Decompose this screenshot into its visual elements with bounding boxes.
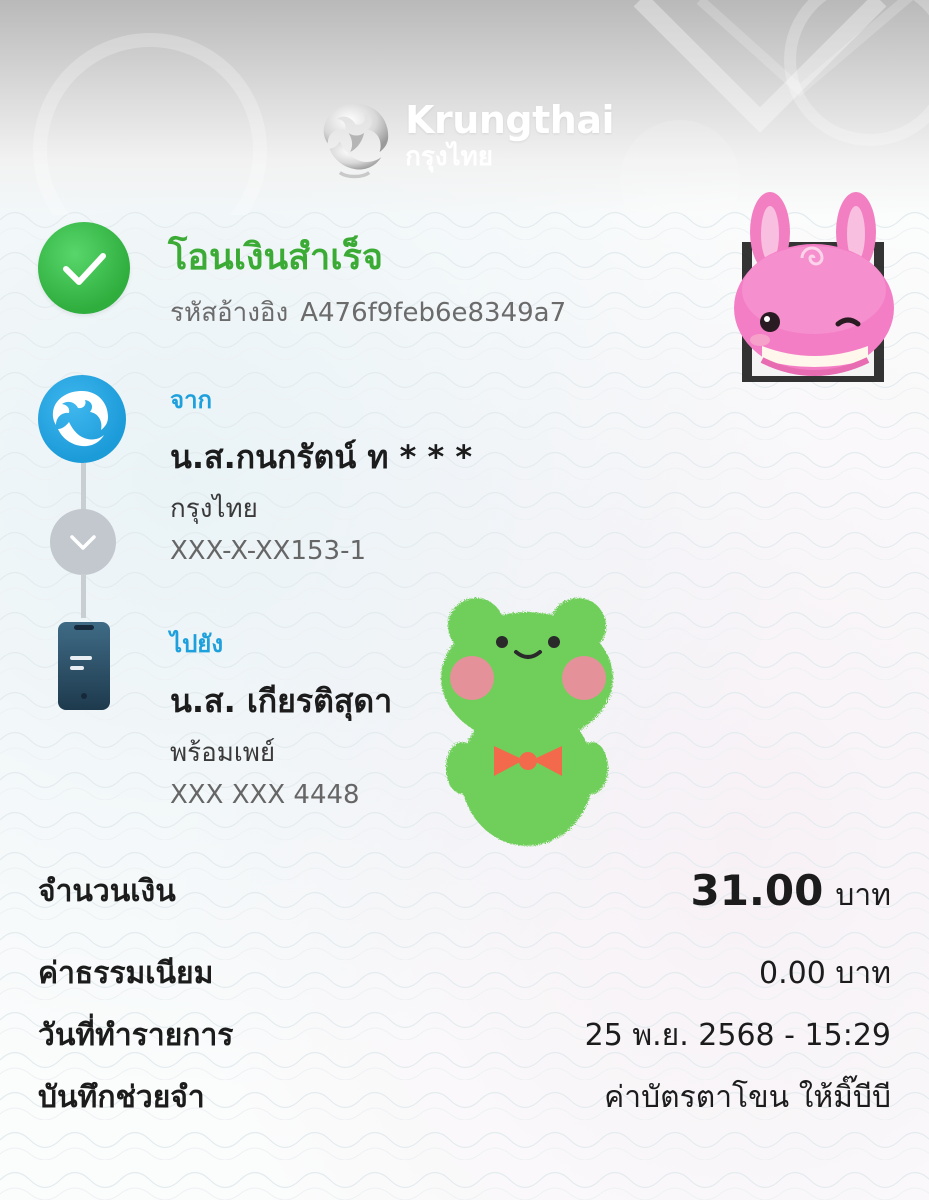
receipt: โอนเงินสำเร็จ รหัสอ้างอิง A476f9feb6e8349… <box>0 0 929 1200</box>
sender-bank: กรุงไทย <box>170 494 258 524</box>
amount-label: จำนวนเงิน <box>38 874 176 909</box>
fee-value: 0.00 บาท <box>759 956 891 991</box>
sender-bank-icon <box>38 375 126 463</box>
memo-label: บันทึกช่วยจำ <box>38 1080 205 1115</box>
sender-name: น.ส.กนกรัตน์ ท * * * <box>170 438 473 476</box>
fee-label: ค่าธรรมเนียม <box>38 956 214 991</box>
success-check-icon <box>38 222 130 314</box>
to-label: ไปยัง <box>170 630 224 658</box>
bunny-sticker <box>734 192 894 382</box>
connector-line <box>81 574 86 618</box>
expand-toggle[interactable] <box>50 509 116 575</box>
reference-code: รหัสอ้างอิง A476f9feb6e8349a7 <box>170 292 566 333</box>
recipient-account: XXX XXX 4448 <box>170 780 360 810</box>
memo-value: ค่าบัตรตาโขน ให้มิ๊บีบี <box>604 1080 891 1115</box>
amount-unit: บาท <box>835 878 891 913</box>
sender-account: XXX-X-XX153-1 <box>170 536 367 566</box>
mobile-phone-icon <box>58 622 110 710</box>
reference-label: รหัสอ้างอิง <box>170 298 289 328</box>
recipient-name: น.ส. เกียรติสุดา <box>170 682 393 720</box>
date-value: 25 พ.ย. 2568 - 15:29 <box>584 1018 891 1053</box>
recipient-service: พร้อมเพย์ <box>170 738 276 768</box>
from-label: จาก <box>170 386 213 414</box>
frog-sticker <box>441 598 613 846</box>
amount-value: 31.00 บาท <box>690 866 891 919</box>
chevron-down-icon <box>70 535 96 550</box>
connector-line <box>81 463 86 511</box>
status-title: โอนเงินสำเร็จ <box>168 237 383 278</box>
date-label: วันที่ทำรายการ <box>38 1018 234 1053</box>
amount-number: 31.00 <box>690 866 824 915</box>
reference-value: A476f9feb6e8349a7 <box>300 298 567 328</box>
